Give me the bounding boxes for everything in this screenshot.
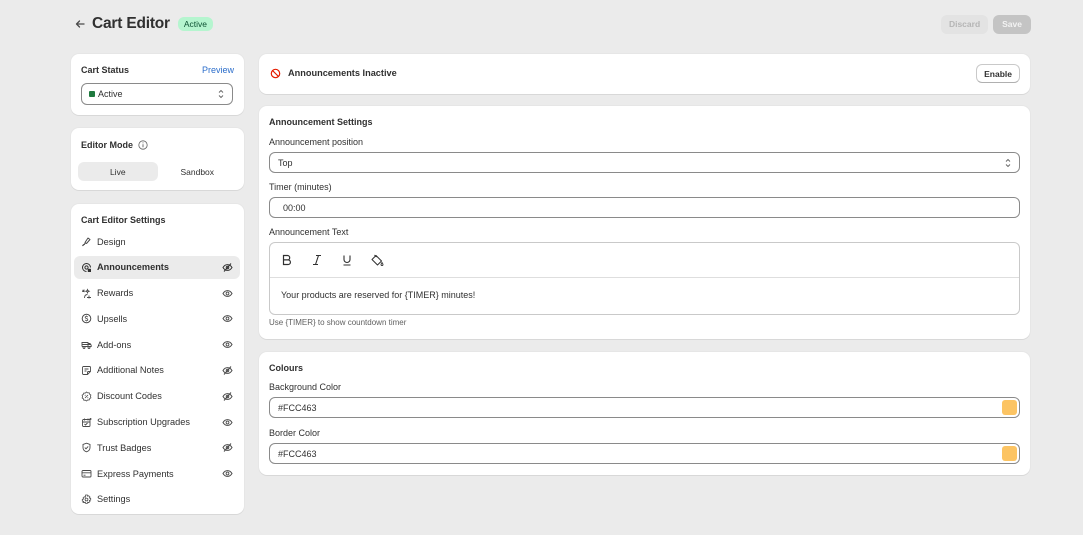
discard-button[interactable]: Discard [940,14,989,34]
subscription-icon [81,417,92,428]
background-color-value: #FCC463 [278,402,317,413]
eye-hidden-icon[interactable] [222,442,233,453]
nav-item-additional-notes[interactable]: Additional Notes [74,359,240,382]
note-icon [81,365,92,376]
border-color-label: Border Color [269,428,321,438]
save-button[interactable]: Save [993,14,1031,34]
cart-status-value: Active [98,89,123,99]
mode-option-live[interactable]: Live [78,162,158,181]
nav-label: Add-ons [97,339,132,350]
nav-item-rewards[interactable]: Rewards [74,282,240,305]
truck-icon [81,339,92,350]
border-color-value: #FCC463 [278,448,317,459]
sparkle-icon [81,287,92,299]
nav-item-add-ons[interactable]: Add-ons [74,333,240,356]
underline-icon[interactable] [340,253,354,267]
info-icon[interactable] [138,140,148,150]
italic-icon[interactable] [310,253,324,267]
nav-item-subscription-upgrades[interactable]: Subscription Upgrades [74,411,240,434]
announcement-settings-card: Announcement Settings Announcement posit… [259,106,1030,339]
nav-item-announcements[interactable]: Announcements [74,255,240,279]
timer-value: 00:00 [283,202,306,213]
editor-content[interactable]: Your products are reserved for {TIMER} m… [270,278,1019,312]
discount-icon [81,391,92,402]
help-text: Use {TIMER} to show countdown timer [269,318,407,327]
nav-label: Rewards [97,288,134,299]
bold-icon[interactable] [280,253,294,267]
background-color-swatch[interactable] [1002,400,1017,415]
editor-toolbar [270,243,1019,278]
nav-item-settings[interactable]: Settings [74,488,240,511]
settings-nav-card: Cart Editor Settings Design Announcement… [71,204,244,514]
megaphone-icon [81,262,92,273]
page-header: Cart Editor Active Discard Save [72,12,1031,36]
nav-label: Express Payments [97,468,174,479]
position-label: Announcement position [269,137,364,147]
eye-hidden-icon[interactable] [222,262,233,273]
background-color-input[interactable]: #FCC463 [269,397,1020,418]
border-color-input[interactable]: #FCC463 [269,443,1020,464]
eye-icon[interactable] [222,313,233,324]
cart-status-card: Cart Status Preview Active [71,54,244,115]
nav-label: Subscription Upgrades [97,417,190,428]
status-badge: Active [177,17,214,31]
page-title: Cart Editor [92,15,170,32]
nav-label: Announcements [97,262,169,273]
eye-icon[interactable] [222,417,233,428]
eye-icon[interactable] [222,468,233,479]
position-select[interactable]: Top [269,152,1020,173]
nav-item-design[interactable]: Design [74,230,240,253]
disabled-icon [270,68,281,79]
fill-color-icon[interactable] [370,253,384,267]
nav-label: Settings [97,494,131,505]
announcement-settings-title: Announcement Settings [269,117,373,127]
nav-label: Design [97,236,126,247]
enable-button[interactable]: Enable [976,64,1020,83]
select-chevron-icon [1005,158,1011,167]
mode-option-sandbox[interactable]: Sandbox [158,162,238,181]
nav-item-upsells[interactable]: Upsells [74,307,240,330]
colours-title: Colours [269,363,304,373]
cart-status-select[interactable]: Active [81,83,233,105]
header-actions: Discard Save [940,14,1031,34]
editor-mode-title: Editor Mode [81,140,133,150]
shield-check-icon [81,442,92,453]
gear-icon [81,494,92,505]
timer-label: Timer (minutes) [269,182,332,192]
status-indicator-dot [89,91,95,97]
eye-hidden-icon[interactable] [222,365,233,376]
nav-item-express-payments[interactable]: Express Payments [74,462,240,485]
dollar-circle-icon [81,313,92,324]
nav-label: Upsells [97,313,128,324]
editor-mode-toggle: Live Sandbox [78,162,237,181]
announcements-status-banner: Announcements Inactive Enable [259,54,1030,94]
nav-label: Discount Codes [97,391,162,402]
preview-link[interactable]: Preview [202,65,234,75]
colours-card: Colours Background Color #FCC463 Border … [259,352,1030,475]
nav-item-discount-codes[interactable]: Discount Codes [74,385,240,408]
settings-nav-list: Design Announcements Rewards Upsells Add… [74,230,240,514]
eye-icon[interactable] [222,339,233,350]
cart-status-title: Cart Status [81,65,130,75]
announcement-text-label: Announcement Text [269,227,349,237]
eye-hidden-icon[interactable] [222,391,233,402]
border-color-swatch[interactable] [1002,446,1017,461]
position-value: Top [278,157,293,168]
select-chevron-icon [218,89,224,99]
nav-label: Trust Badges [97,442,152,453]
editor-mode-card: Editor Mode Live Sandbox [71,128,244,190]
banner-text: Announcements Inactive [288,68,397,78]
eye-icon[interactable] [222,288,233,299]
settings-nav-title: Cart Editor Settings [81,215,166,225]
back-arrow-icon[interactable] [72,16,88,32]
paintbrush-icon [81,236,92,247]
timer-input[interactable]: 00:00 [269,197,1020,218]
background-color-label: Background Color [269,382,342,392]
nav-item-trust-badges[interactable]: Trust Badges [74,436,240,459]
credit-card-icon [81,468,92,479]
announcement-text-editor: Your products are reserved for {TIMER} m… [269,242,1020,315]
nav-label: Additional Notes [97,365,164,376]
